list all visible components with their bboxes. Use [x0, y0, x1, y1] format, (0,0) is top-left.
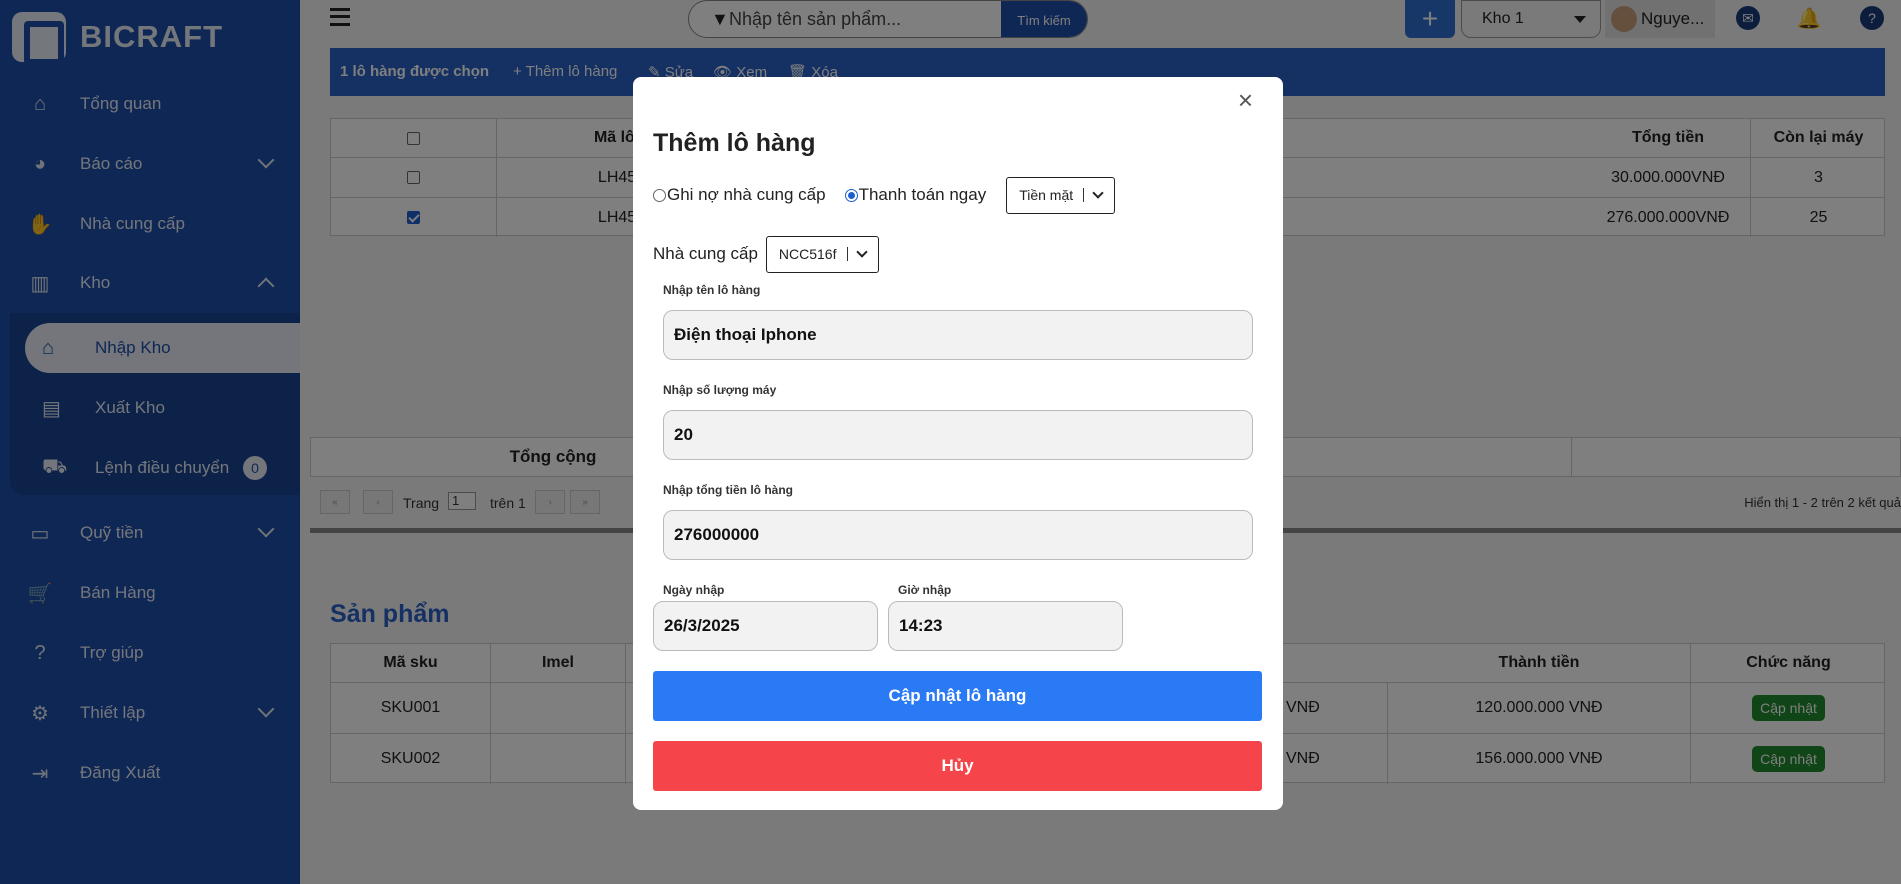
date-label: Ngày nhập: [663, 583, 725, 597]
time-label: Giờ nhập: [898, 583, 952, 597]
payment-method-select[interactable]: Tiền mặt: [1006, 176, 1116, 214]
supplier-label: Nhà cung cấp: [653, 244, 758, 263]
supplier-select[interactable]: NCC516f: [765, 235, 879, 273]
qty-label: Nhập số lượng máy: [663, 383, 777, 397]
quantity-input[interactable]: [663, 410, 1253, 460]
pay-now-radio[interactable]: [844, 188, 858, 202]
name-label: Nhập tên lô hàng: [663, 283, 761, 297]
payment-type-group: Ghi nợ nhà cung cấp Thanh toán ngay Tiền…: [653, 175, 1116, 215]
total-label: Nhập tổng tiền lô hàng: [663, 483, 793, 497]
select-separator: [846, 247, 848, 261]
supplier-value: NCC516f: [778, 246, 837, 262]
cancel-button[interactable]: Hủy: [653, 741, 1262, 791]
time-input[interactable]: [888, 601, 1123, 651]
add-batch-modal: × Thêm lô hàng Ghi nợ nhà cung cấp Thanh…: [633, 77, 1283, 810]
pay-now-radio-label: Thanh toán ngay: [858, 185, 987, 204]
date-input[interactable]: [653, 601, 878, 651]
supplier-row: Nhà cung cấp NCC516f: [653, 234, 879, 274]
chevron-down-icon: [1092, 187, 1104, 199]
batch-name-input[interactable]: [663, 310, 1253, 360]
close-icon[interactable]: ×: [1238, 85, 1253, 116]
update-batch-button[interactable]: Cập nhật lô hàng: [653, 671, 1262, 721]
debt-radio[interactable]: [653, 188, 666, 202]
payment-method-value: Tiền mặt: [1019, 187, 1074, 203]
modal-title: Thêm lô hàng: [653, 129, 816, 157]
total-amount-input[interactable]: [663, 510, 1253, 560]
select-separator: [1083, 188, 1085, 202]
chevron-down-icon: [855, 246, 868, 258]
debt-radio-label: Ghi nợ nhà cung cấp: [667, 185, 826, 204]
